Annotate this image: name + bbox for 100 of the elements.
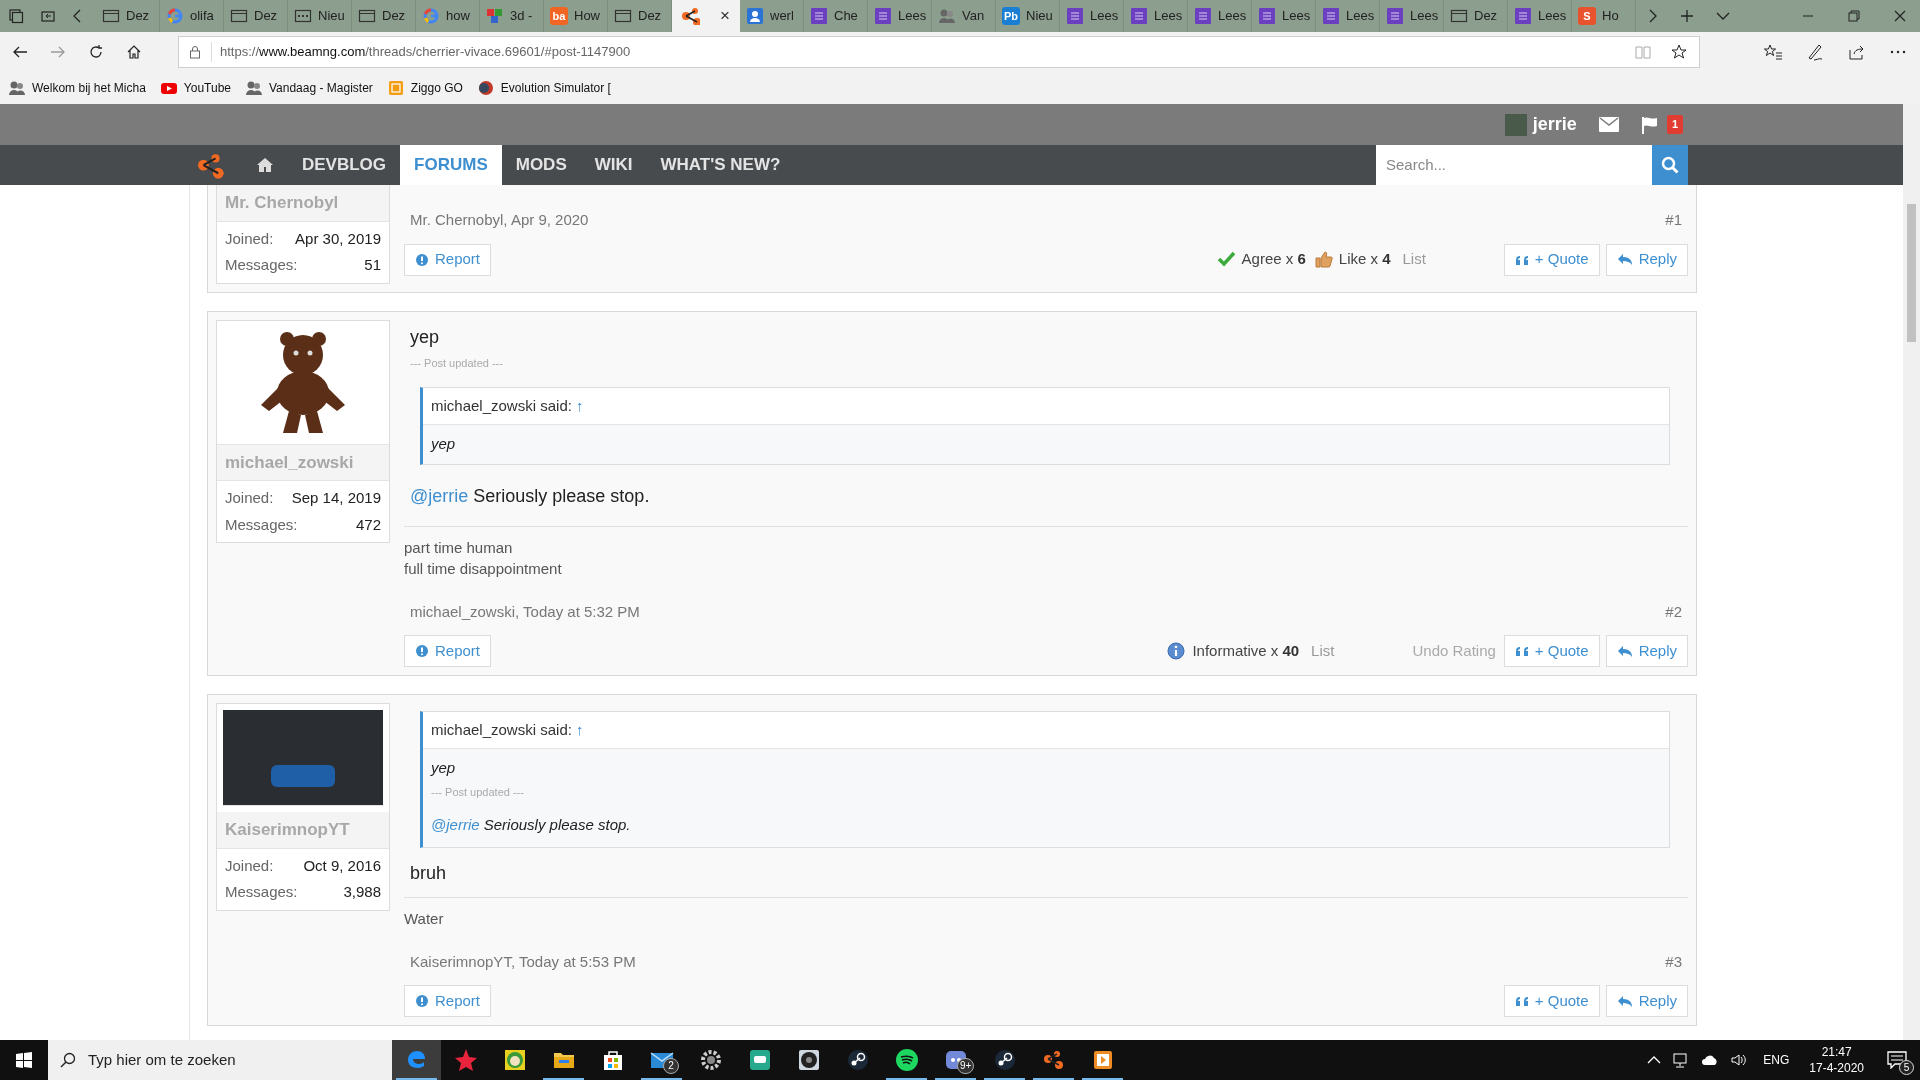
stat-label: Joined: xyxy=(225,855,274,876)
circle-icon xyxy=(476,79,495,97)
share-icon[interactable] xyxy=(1848,44,1866,60)
google-icon xyxy=(166,7,184,25)
notification-badge: 2 xyxy=(663,1058,679,1074)
home-icon[interactable] xyxy=(126,44,142,60)
page-icon xyxy=(614,7,632,25)
scrollbar[interactable] xyxy=(1903,104,1920,1040)
username-link[interactable]: jerrie xyxy=(1532,111,1577,138)
bookmark-link[interactable]: Evolution Simulator [ xyxy=(500,79,611,97)
tab-title: Lees xyxy=(1410,7,1439,26)
list-icon xyxy=(874,7,892,25)
app-logo-icon: S xyxy=(1578,7,1596,25)
reply-button[interactable]: Reply xyxy=(1605,243,1688,276)
bookmark-link[interactable]: Ziggo GO xyxy=(410,79,463,97)
lock-icon xyxy=(189,45,201,59)
search-icon xyxy=(60,1052,76,1068)
search-button[interactable] xyxy=(1652,145,1688,185)
reply-button[interactable]: Reply xyxy=(1605,985,1688,1017)
stat-label: Joined: xyxy=(225,488,274,508)
chevron-up-icon[interactable] xyxy=(1647,1055,1662,1065)
forward-icon[interactable] xyxy=(50,44,66,60)
bookmark-link[interactable]: YouTube xyxy=(183,79,231,97)
volume-icon[interactable] xyxy=(1731,1052,1748,1068)
quote-button[interactable]: + Quote xyxy=(1503,243,1600,276)
report-button[interactable]: Report xyxy=(404,243,492,276)
tab-title: Nieu xyxy=(1026,7,1053,26)
post-date: KaiserimnopYT, Today at 5:53 PM xyxy=(410,951,636,972)
message-icon xyxy=(1887,1051,1907,1069)
jump-to-quote-link[interactable]: ↑ xyxy=(576,721,584,738)
list-icon xyxy=(1066,7,1084,25)
report-button[interactable]: Report xyxy=(404,985,492,1017)
address-field[interactable]: https://www.beamng.com/threads/cherrier-vivace.69601/#post-1147900 xyxy=(211,42,631,62)
quote-button[interactable]: + Quote xyxy=(1503,985,1600,1017)
tab-title: Lees xyxy=(1538,7,1567,26)
clock-date[interactable]: 17-4-2020 xyxy=(1809,1060,1864,1076)
mail-icon[interactable] xyxy=(1598,117,1619,132)
mention-link[interactable]: @jerrie xyxy=(431,816,480,833)
bookmark-link[interactable]: Vandaag - Magister xyxy=(269,79,373,97)
tab-list-icon[interactable] xyxy=(1716,11,1730,21)
post-date: michael_zowski, Today at 5:32 PM xyxy=(410,601,640,622)
notification-count-badge: 5 xyxy=(1899,1060,1914,1075)
post-permalink[interactable]: #2 xyxy=(1665,600,1682,623)
report-button[interactable]: Report xyxy=(404,635,492,667)
favorite-star-icon[interactable] xyxy=(1671,44,1687,60)
cloud-icon[interactable] xyxy=(1701,1054,1720,1066)
new-tab-icon[interactable] xyxy=(1680,9,1694,23)
search-icon xyxy=(1661,156,1679,174)
post-permalink[interactable]: #3 xyxy=(1665,950,1682,973)
pen-icon[interactable] xyxy=(1806,43,1824,61)
beamng-logo-icon xyxy=(1041,1048,1066,1072)
nav-tab[interactable]: DEVBLOG xyxy=(288,145,401,185)
nav-tab[interactable]: MODS xyxy=(501,145,581,185)
back-icon[interactable] xyxy=(12,44,28,60)
close-icon[interactable] xyxy=(1894,10,1906,22)
network-icon[interactable] xyxy=(1673,1052,1690,1068)
reply-button[interactable]: Reply xyxy=(1605,635,1688,667)
nav-tab[interactable]: WIKI xyxy=(580,145,647,185)
signature-text: part time human xyxy=(404,537,514,558)
quote-marks-icon xyxy=(1514,645,1529,657)
post-permalink[interactable]: #1 xyxy=(1665,209,1682,232)
scroll-left-icon[interactable] xyxy=(72,8,82,24)
browser-tab[interactable]: × xyxy=(672,0,740,32)
list-icon xyxy=(1322,7,1340,25)
stat-label: Messages: xyxy=(225,882,298,902)
list-icon xyxy=(1386,7,1404,25)
bookmark-link[interactable]: Welkom bij het Micha xyxy=(32,79,146,97)
restore-icon[interactable] xyxy=(1848,10,1860,22)
refresh-icon[interactable] xyxy=(88,44,104,60)
post-date: Mr. Chernobyl, Apr 9, 2020 xyxy=(410,210,589,230)
quote-text: yep xyxy=(431,434,457,454)
stat-label: Messages: xyxy=(225,255,298,275)
quote-author: michael_zowski said: xyxy=(431,721,573,738)
post-text: @jerrie Seriously please stop. xyxy=(431,815,632,835)
clock-time[interactable]: 21:47 xyxy=(1821,1044,1852,1060)
nav-tab[interactable]: FORUMS xyxy=(400,145,502,185)
nav-tab[interactable]: WHAT'S NEW? xyxy=(646,145,795,185)
jump-to-quote-link[interactable]: ↑ xyxy=(576,397,584,414)
alert-icon xyxy=(415,252,429,267)
language-indicator[interactable]: ENG xyxy=(1763,1051,1790,1069)
tab-preview-icon[interactable] xyxy=(8,8,24,24)
tab-title: Dez xyxy=(126,7,150,26)
favorites-icon[interactable] xyxy=(1764,44,1782,60)
alert-icon xyxy=(415,994,429,1008)
post-text: bruh xyxy=(410,861,448,885)
tab-title: Nieu xyxy=(318,7,345,26)
mention-link[interactable]: @jerrie xyxy=(410,485,469,506)
taskbar-search-field[interactable]: Typ hier om te zoeken xyxy=(48,1040,392,1080)
stat-value: Apr 30, 2019 xyxy=(295,228,381,249)
app-logo-icon: ba xyxy=(550,7,568,25)
stat-value: 472 xyxy=(355,514,381,535)
search-field[interactable]: Search... xyxy=(1376,145,1652,185)
scroll-right-icon[interactable] xyxy=(1648,8,1658,24)
flag-icon[interactable] xyxy=(1640,115,1659,134)
close-tab-button[interactable]: × xyxy=(720,3,730,29)
set-aside-tabs-icon[interactable] xyxy=(40,8,56,24)
taskbar-app-button[interactable]: 2 xyxy=(637,1040,686,1080)
taskbar-app-button[interactable]: 9+ xyxy=(931,1040,980,1080)
quote-button[interactable]: + Quote xyxy=(1503,635,1600,667)
more-icon[interactable] xyxy=(1890,50,1906,54)
